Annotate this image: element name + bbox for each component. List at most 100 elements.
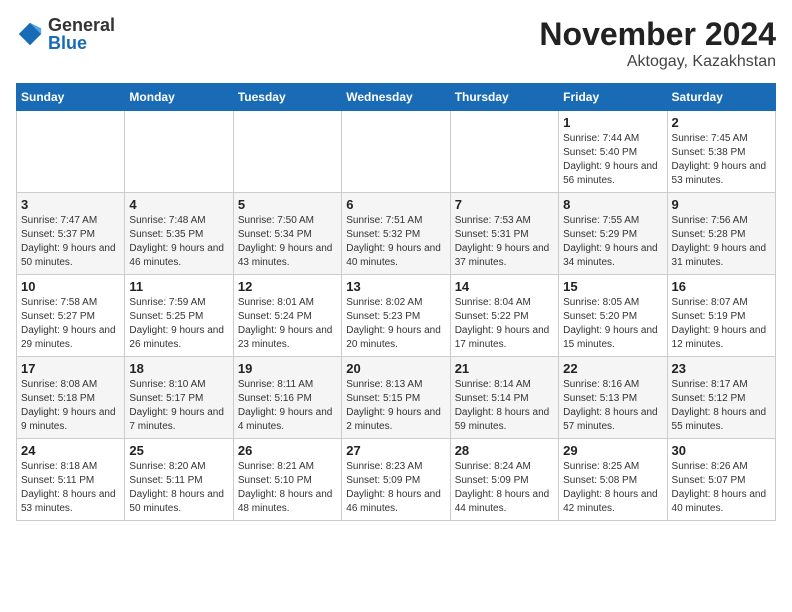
day-info: Sunrise: 7:53 AM Sunset: 5:31 PM Dayligh…: [455, 214, 554, 270]
day-cell: [342, 111, 450, 193]
day-number: 27: [346, 443, 445, 458]
logo-blue: Blue: [48, 34, 115, 52]
day-info: Sunrise: 8:16 AM Sunset: 5:13 PM Dayligh…: [563, 378, 662, 434]
day-cell: 16 Sunrise: 8:07 AM Sunset: 5:19 PM Dayli…: [667, 275, 775, 357]
day-cell: 23 Sunrise: 8:17 AM Sunset: 5:12 PM Dayli…: [667, 357, 775, 439]
week-row-2: 10 Sunrise: 7:58 AM Sunset: 5:27 PM Dayli…: [17, 275, 776, 357]
day-number: 15: [563, 279, 662, 294]
day-info: Sunrise: 7:44 AM Sunset: 5:40 PM Dayligh…: [563, 132, 662, 188]
day-info: Sunrise: 7:45 AM Sunset: 5:38 PM Dayligh…: [672, 132, 771, 188]
calendar-header: SundayMondayTuesdayWednesdayThursdayFrid…: [17, 84, 776, 111]
day-cell: 24 Sunrise: 8:18 AM Sunset: 5:11 PM Dayli…: [17, 439, 125, 521]
day-cell: 13 Sunrise: 8:02 AM Sunset: 5:23 PM Dayli…: [342, 275, 450, 357]
calendar-table: SundayMondayTuesdayWednesdayThursdayFrid…: [16, 83, 776, 521]
day-number: 26: [238, 443, 337, 458]
day-number: 5: [238, 197, 337, 212]
day-cell: 11 Sunrise: 7:59 AM Sunset: 5:25 PM Dayli…: [125, 275, 233, 357]
day-cell: 9Sunrise: 7:56 AM Sunset: 5:28 PM Daylig…: [667, 193, 775, 275]
day-info: Sunrise: 8:18 AM Sunset: 5:11 PM Dayligh…: [21, 460, 120, 516]
day-number: 25: [129, 443, 228, 458]
day-cell: 7 Sunrise: 7:53 AM Sunset: 5:31 PM Daylig…: [450, 193, 558, 275]
day-number: 2: [672, 115, 771, 130]
day-cell: [450, 111, 558, 193]
header-monday: Monday: [125, 84, 233, 111]
day-info: Sunrise: 8:25 AM Sunset: 5:08 PM Dayligh…: [563, 460, 662, 516]
day-cell: 8 Sunrise: 7:55 AM Sunset: 5:29 PM Daylig…: [559, 193, 667, 275]
day-cell: 4Sunrise: 7:48 AM Sunset: 5:35 PM Daylig…: [125, 193, 233, 275]
day-cell: 30 Sunrise: 8:26 AM Sunset: 5:07 PM Dayli…: [667, 439, 775, 521]
day-number: 18: [129, 361, 228, 376]
logo: General Blue: [16, 16, 115, 52]
day-cell: 10 Sunrise: 7:58 AM Sunset: 5:27 PM Dayli…: [17, 275, 125, 357]
day-info: Sunrise: 8:04 AM Sunset: 5:22 PM Dayligh…: [455, 296, 554, 352]
logo-general: General: [48, 16, 115, 34]
day-cell: [125, 111, 233, 193]
day-cell: 14 Sunrise: 8:04 AM Sunset: 5:22 PM Dayli…: [450, 275, 558, 357]
day-info: Sunrise: 8:26 AM Sunset: 5:07 PM Dayligh…: [672, 460, 771, 516]
logo-icon: [16, 20, 44, 48]
day-number: 16: [672, 279, 771, 294]
day-info: Sunrise: 7:51 AM Sunset: 5:32 PM Dayligh…: [346, 214, 445, 270]
day-info: Sunrise: 7:58 AM Sunset: 5:27 PM Dayligh…: [21, 296, 120, 352]
day-number: 6: [346, 197, 445, 212]
day-info: Sunrise: 7:59 AM Sunset: 5:25 PM Dayligh…: [129, 296, 228, 352]
day-info: Sunrise: 7:48 AM Sunset: 5:35 PM Dayligh…: [129, 214, 228, 270]
day-number: 8: [563, 197, 662, 212]
day-number: 1: [563, 115, 662, 130]
day-number: 3: [21, 197, 120, 212]
day-cell: 28 Sunrise: 8:24 AM Sunset: 5:09 PM Dayli…: [450, 439, 558, 521]
day-cell: 5 Sunrise: 7:50 AM Sunset: 5:34 PM Daylig…: [233, 193, 341, 275]
day-cell: 26 Sunrise: 8:21 AM Sunset: 5:10 PM Dayli…: [233, 439, 341, 521]
day-number: 19: [238, 361, 337, 376]
day-number: 10: [21, 279, 120, 294]
day-cell: [233, 111, 341, 193]
day-cell: 18Sunrise: 8:10 AM Sunset: 5:17 PM Dayli…: [125, 357, 233, 439]
header-tuesday: Tuesday: [233, 84, 341, 111]
day-info: Sunrise: 8:01 AM Sunset: 5:24 PM Dayligh…: [238, 296, 337, 352]
day-info: Sunrise: 8:08 AM Sunset: 5:18 PM Dayligh…: [21, 378, 120, 434]
day-info: Sunrise: 8:23 AM Sunset: 5:09 PM Dayligh…: [346, 460, 445, 516]
title-block: November 2024 Aktogay, Kazakhstan: [539, 16, 776, 71]
day-cell: 12Sunrise: 8:01 AM Sunset: 5:24 PM Dayli…: [233, 275, 341, 357]
day-cell: 1 Sunrise: 7:44 AM Sunset: 5:40 PM Daylig…: [559, 111, 667, 193]
day-cell: 6 Sunrise: 7:51 AM Sunset: 5:32 PM Daylig…: [342, 193, 450, 275]
day-cell: 27 Sunrise: 8:23 AM Sunset: 5:09 PM Dayli…: [342, 439, 450, 521]
day-info: Sunrise: 8:17 AM Sunset: 5:12 PM Dayligh…: [672, 378, 771, 434]
day-number: 24: [21, 443, 120, 458]
header-friday: Friday: [559, 84, 667, 111]
day-cell: 2 Sunrise: 7:45 AM Sunset: 5:38 PM Daylig…: [667, 111, 775, 193]
day-info: Sunrise: 8:05 AM Sunset: 5:20 PM Dayligh…: [563, 296, 662, 352]
day-cell: 17 Sunrise: 8:08 AM Sunset: 5:18 PM Dayli…: [17, 357, 125, 439]
day-info: Sunrise: 7:50 AM Sunset: 5:34 PM Dayligh…: [238, 214, 337, 270]
day-info: Sunrise: 8:02 AM Sunset: 5:23 PM Dayligh…: [346, 296, 445, 352]
page-subtitle: Aktogay, Kazakhstan: [539, 53, 776, 71]
day-info: Sunrise: 8:21 AM Sunset: 5:10 PM Dayligh…: [238, 460, 337, 516]
day-info: Sunrise: 8:11 AM Sunset: 5:16 PM Dayligh…: [238, 378, 337, 434]
day-number: 20: [346, 361, 445, 376]
header-sunday: Sunday: [17, 84, 125, 111]
day-number: 23: [672, 361, 771, 376]
day-info: Sunrise: 7:56 AM Sunset: 5:28 PM Dayligh…: [672, 214, 771, 270]
day-number: 13: [346, 279, 445, 294]
day-info: Sunrise: 8:20 AM Sunset: 5:11 PM Dayligh…: [129, 460, 228, 516]
day-number: 11: [129, 279, 228, 294]
day-info: Sunrise: 8:07 AM Sunset: 5:19 PM Dayligh…: [672, 296, 771, 352]
day-number: 17: [21, 361, 120, 376]
day-info: Sunrise: 8:24 AM Sunset: 5:09 PM Dayligh…: [455, 460, 554, 516]
calendar-body: 1 Sunrise: 7:44 AM Sunset: 5:40 PM Daylig…: [17, 111, 776, 521]
day-number: 14: [455, 279, 554, 294]
day-info: Sunrise: 7:55 AM Sunset: 5:29 PM Dayligh…: [563, 214, 662, 270]
day-number: 30: [672, 443, 771, 458]
day-number: 28: [455, 443, 554, 458]
day-cell: 29 Sunrise: 8:25 AM Sunset: 5:08 PM Dayli…: [559, 439, 667, 521]
day-number: 29: [563, 443, 662, 458]
day-info: Sunrise: 8:14 AM Sunset: 5:14 PM Dayligh…: [455, 378, 554, 434]
day-cell: 21Sunrise: 8:14 AM Sunset: 5:14 PM Dayli…: [450, 357, 558, 439]
day-info: Sunrise: 7:47 AM Sunset: 5:37 PM Dayligh…: [21, 214, 120, 270]
day-cell: 25 Sunrise: 8:20 AM Sunset: 5:11 PM Dayli…: [125, 439, 233, 521]
week-row-1: 3 Sunrise: 7:47 AM Sunset: 5:37 PM Daylig…: [17, 193, 776, 275]
day-number: 22: [563, 361, 662, 376]
header-thursday: Thursday: [450, 84, 558, 111]
day-cell: 22 Sunrise: 8:16 AM Sunset: 5:13 PM Dayli…: [559, 357, 667, 439]
day-number: 7: [455, 197, 554, 212]
